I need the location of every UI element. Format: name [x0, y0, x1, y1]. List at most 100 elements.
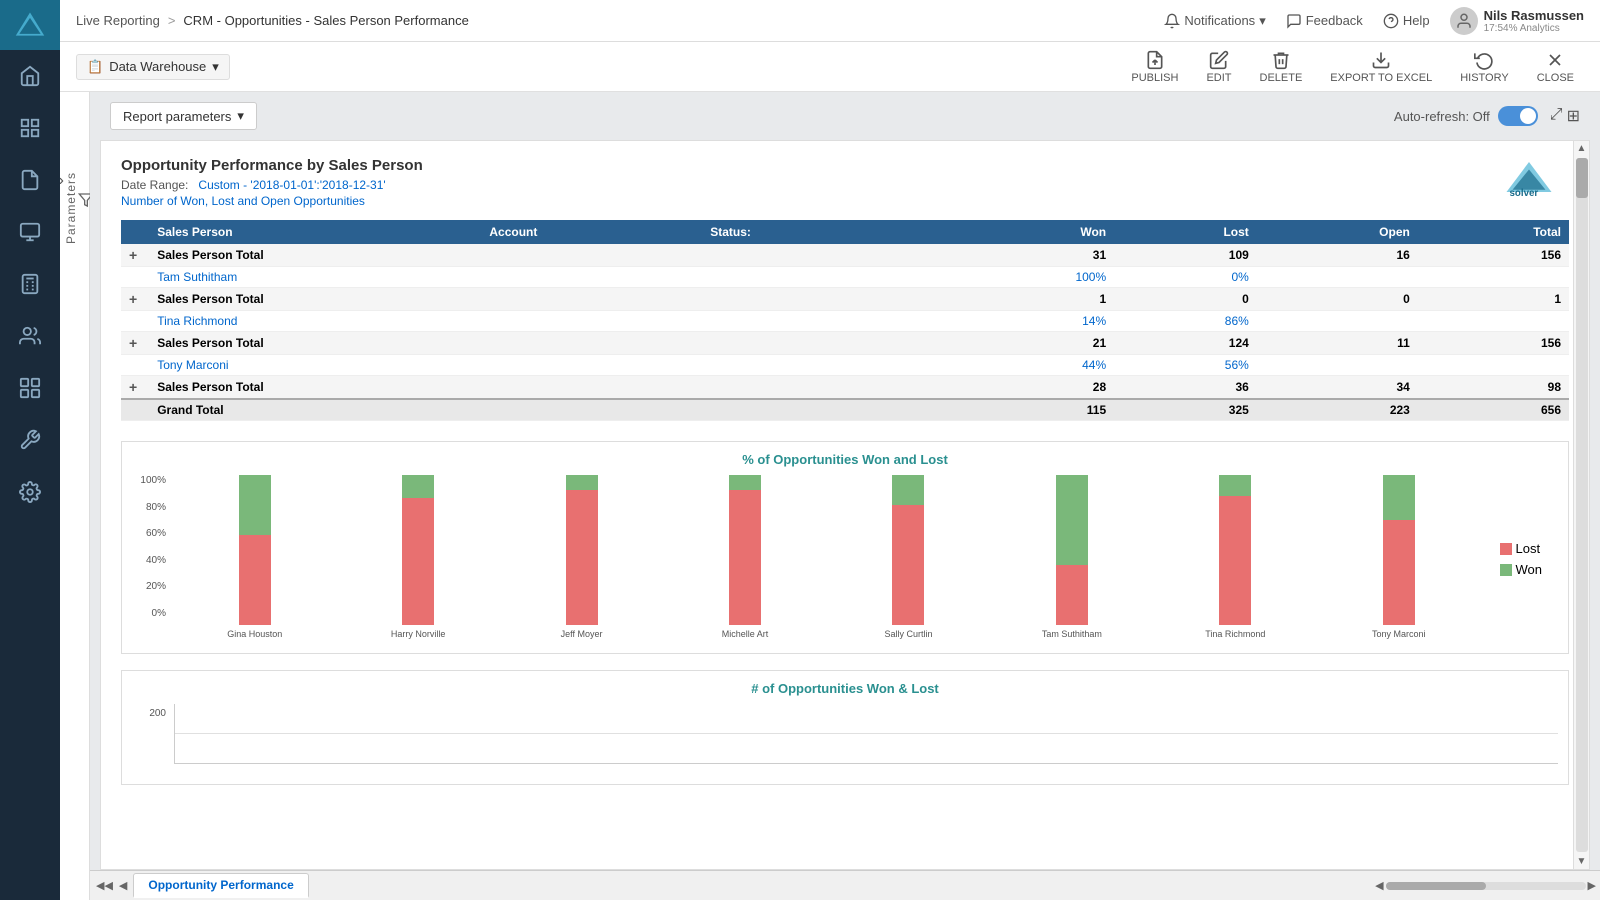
subtoolbar: 📋 Data Warehouse ▾ PUBLISH EDIT DELETE E…: [60, 42, 1600, 92]
report-params-button[interactable]: Report parameters ▾: [110, 102, 257, 130]
dw-icon: 📋: [87, 59, 103, 75]
lost-1: 109: [1114, 244, 1257, 267]
table-row: Tony Marconi 44% 56%: [121, 355, 1569, 376]
refresh-external-icon[interactable]: ⤢: [1550, 106, 1563, 126]
table-row: + Sales Person Total 1 0 0 1: [121, 288, 1569, 311]
close-button[interactable]: CLOSE: [1527, 46, 1584, 88]
sidebar-item-reports[interactable]: [0, 154, 60, 206]
person-tina: Tina Richmond: [149, 311, 481, 332]
scroll-track: [1576, 158, 1588, 852]
topnav: Live Reporting > CRM - Opportunities - S…: [60, 0, 1600, 42]
table-row: + Sales Person Total 28 36 34 98: [121, 376, 1569, 400]
hscroll-thumb[interactable]: [1386, 882, 1486, 890]
main-content: Live Reporting > CRM - Opportunities - S…: [60, 0, 1600, 900]
expand-cell[interactable]: +: [121, 288, 149, 311]
empty-tony: [898, 355, 953, 376]
th-sales-person: Sales Person: [149, 220, 481, 244]
hscroll-right[interactable]: ▶: [1588, 879, 1596, 892]
gt-open: 223: [1257, 399, 1418, 421]
history-button[interactable]: HISTORY: [1450, 46, 1519, 88]
feedback-button[interactable]: Feedback: [1286, 13, 1363, 29]
expand-cell[interactable]: +: [121, 332, 149, 355]
legend-won: Won: [1500, 562, 1543, 577]
chart1-wrapper: 100% 80% 60% 40% 20% 0%: [132, 475, 1558, 643]
sidebar-item-tools[interactable]: [0, 414, 60, 466]
account-tony: [481, 355, 702, 376]
bottom-tab-bar: ◀◀ ◀ Opportunity Performance ◀ ▶: [90, 870, 1600, 900]
lost-segment: [729, 490, 761, 625]
lost-pct-tina: 86%: [1114, 311, 1257, 332]
solver-logo: solver: [1499, 157, 1559, 200]
scroll-thumb[interactable]: [1576, 158, 1588, 198]
won-pct-tam: 100%: [953, 267, 1114, 288]
publish-button[interactable]: PUBLISH: [1121, 46, 1188, 88]
won-segment: [892, 475, 924, 505]
bar-group: [1322, 475, 1475, 625]
sidebar-logo: [0, 0, 60, 50]
breadcrumb-current: CRM - Opportunities - Sales Person Perfo…: [183, 13, 468, 28]
breadcrumb-home[interactable]: Live Reporting: [76, 13, 160, 28]
expand-cell: [121, 267, 149, 288]
won-segment: [1383, 475, 1415, 520]
bar-label: Michelle Art: [668, 629, 821, 639]
sidebar-item-apps[interactable]: [0, 362, 60, 414]
subtoolbar-right: PUBLISH EDIT DELETE EXPORT TO EXCEL HIST…: [1121, 46, 1584, 88]
nav-first-arrow[interactable]: ◀◀: [94, 877, 115, 894]
table-row: Tam Suthitham 100% 0%: [121, 267, 1569, 288]
lost-pct-tony: 56%: [1114, 355, 1257, 376]
won-pct-tina: 14%: [953, 311, 1114, 332]
sidebar-item-settings[interactable]: [0, 466, 60, 518]
sidebar-item-calc[interactable]: [0, 258, 60, 310]
won-segment: [729, 475, 761, 490]
publish-icon: [1145, 50, 1165, 70]
auto-refresh-toggle[interactable]: [1498, 106, 1538, 126]
sidebar-item-home[interactable]: [0, 50, 60, 102]
dw-label: Data Warehouse: [109, 59, 206, 74]
hscroll-left[interactable]: ◀: [1375, 879, 1383, 892]
tab-opportunity-performance[interactable]: Opportunity Performance: [133, 873, 308, 898]
bar-group: [1159, 475, 1312, 625]
svg-text:solver: solver: [1510, 188, 1539, 197]
lost-segment: [566, 490, 598, 625]
edit-button[interactable]: EDIT: [1196, 46, 1241, 88]
nav-arrows: ◀◀ ◀: [90, 877, 133, 894]
chart2-title: # of Opportunities Won & Lost: [132, 681, 1558, 696]
lost-segment: [402, 498, 434, 625]
user-menu[interactable]: Nils Rasmussen 17:54% Analytics: [1450, 7, 1584, 35]
delete-icon: [1271, 50, 1291, 70]
export-button[interactable]: EXPORT TO EXCEL: [1320, 46, 1442, 88]
y-label-100: 100%: [132, 475, 166, 486]
th-expand: [121, 220, 149, 244]
open-tony: [1257, 355, 1418, 376]
bar-label: Harry Norville: [341, 629, 494, 639]
expand-cell[interactable]: +: [121, 244, 149, 267]
sidebar-item-users[interactable]: [0, 310, 60, 362]
table-row: + Sales Person Total 21 124 11 156: [121, 332, 1569, 355]
help-button[interactable]: Help: [1383, 13, 1430, 29]
data-warehouse-selector[interactable]: 📋 Data Warehouse ▾: [76, 54, 230, 80]
th-total: Total: [1418, 220, 1569, 244]
delete-button[interactable]: DELETE: [1250, 46, 1313, 88]
open-4: 34: [1257, 376, 1418, 400]
vertical-scrollbar[interactable]: ▲ ▼: [1573, 141, 1589, 869]
sidebar-item-data[interactable]: [0, 206, 60, 258]
expand-cell[interactable]: +: [121, 376, 149, 400]
won-3: 21: [953, 332, 1114, 355]
chart1-title: % of Opportunities Won and Lost: [132, 452, 1558, 467]
expand-cell: [121, 311, 149, 332]
lost-3: 124: [1114, 332, 1257, 355]
sidebar-item-dashboard[interactable]: [0, 102, 60, 154]
refresh-grid-icon[interactable]: ⊞: [1567, 106, 1580, 126]
account-tina: [481, 311, 702, 332]
th-open: Open: [1257, 220, 1418, 244]
topnav-right: Notifications ▾ Feedback Help Nils Rasmu…: [1164, 7, 1584, 35]
won-pct-tony: 44%: [953, 355, 1114, 376]
date-value: Custom - '2018-01-01':'2018-12-31': [198, 178, 385, 192]
scroll-up-arrow[interactable]: ▲: [1577, 143, 1587, 154]
scroll-down-arrow[interactable]: ▼: [1577, 856, 1587, 867]
horizontal-scroll-controls: ◀ ▶: [1371, 879, 1600, 892]
nav-prev-arrow[interactable]: ◀: [117, 877, 129, 894]
report-table: Sales Person Account Status: Won Lost Op…: [121, 220, 1569, 421]
notifications-button[interactable]: Notifications ▾: [1164, 13, 1265, 29]
account-tam: [481, 267, 702, 288]
